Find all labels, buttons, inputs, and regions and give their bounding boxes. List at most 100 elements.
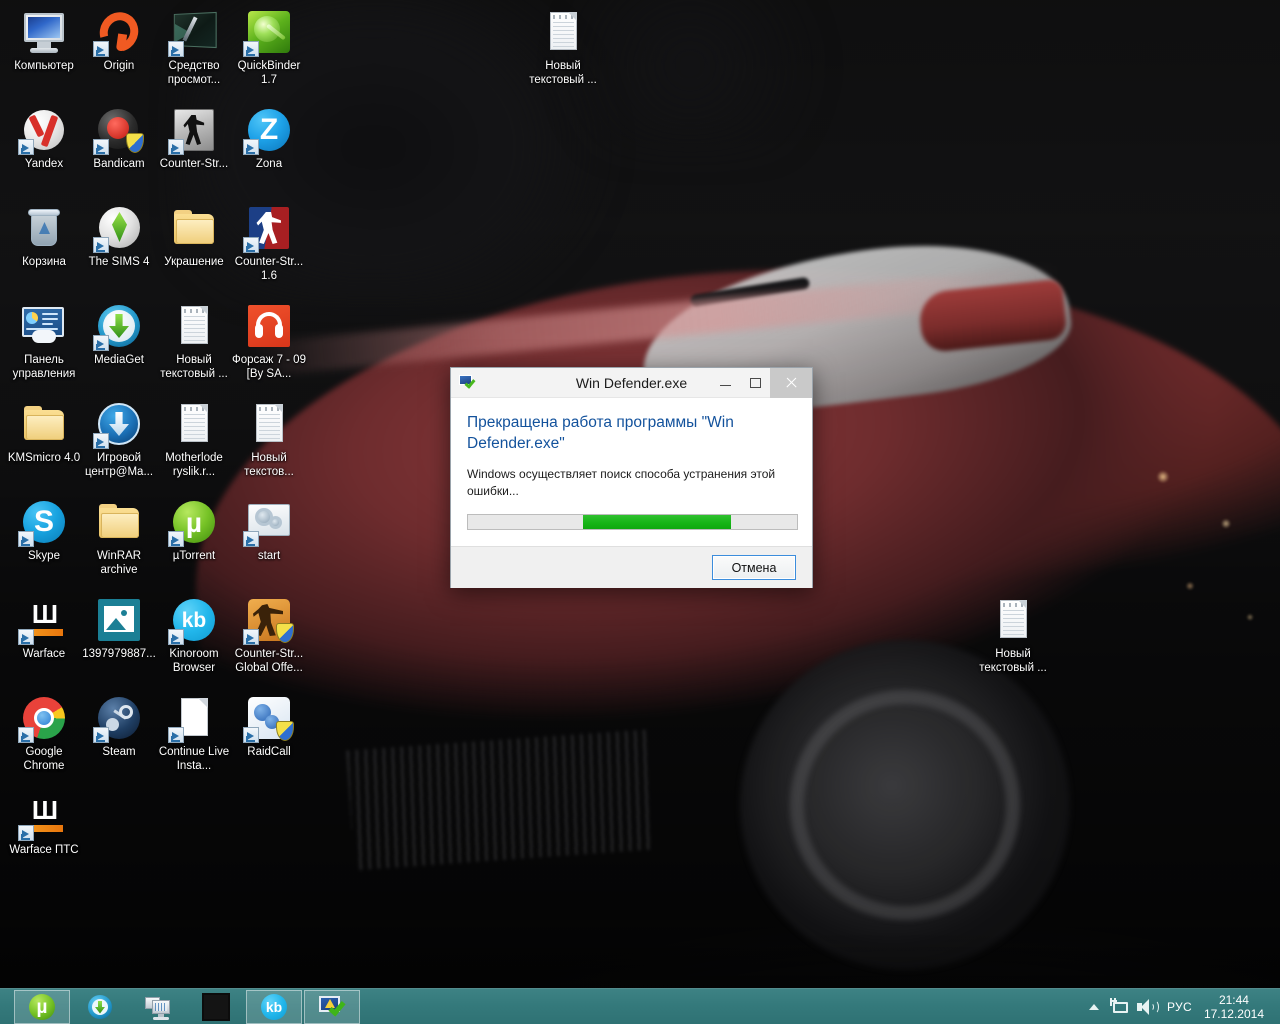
desktop-icon[interactable]: Украшение (156, 204, 232, 270)
win-defender-error-dialog[interactable]: Win Defender.exe Прекращена работа прогр… (450, 367, 813, 588)
desktop-icon[interactable]: Новый текстов... (231, 400, 307, 479)
desktop-icon[interactable]: Motherlode ryslik.r... (156, 400, 232, 479)
minimize-button[interactable] (710, 368, 740, 398)
shortcut-arrow-icon (243, 139, 259, 155)
desktop-icon[interactable]: S Skype (6, 498, 82, 564)
system-tray[interactable]: РУС 21:44 17.12.2014 (1081, 989, 1280, 1024)
cancel-button[interactable]: Отмена (712, 555, 796, 580)
maximize-button[interactable] (740, 368, 770, 398)
yandex-icon (18, 106, 68, 155)
show-hidden-icons-button[interactable] (1081, 992, 1107, 1022)
desktop-icon-label: Форсаж 7 - 09 [By SA... (232, 354, 306, 380)
document-icon (168, 694, 218, 743)
warface-pts-icon: Ш (18, 792, 68, 841)
desktop-icon[interactable]: Z Zona (231, 106, 307, 172)
desktop[interactable]: Компьютер Origin Средство просмот... QuickB… (0, 0, 1280, 1024)
desktop-icon-label: start (257, 550, 281, 562)
desktop-icon[interactable]: Continue Live Insta... (156, 694, 232, 773)
clock[interactable]: 21:44 17.12.2014 (1202, 993, 1272, 1021)
desktop-icon[interactable]: Steam (81, 694, 157, 760)
shortcut-arrow-icon (93, 237, 109, 253)
taskbar-item-kinoroom[interactable]: kb (246, 989, 302, 1024)
taskbar[interactable]: µ kb РУС 21:44 17.12.2014 (0, 988, 1280, 1024)
desktop-icon-label: Украшение (164, 256, 224, 268)
desktop-icon[interactable]: Ш Warface ПТС (6, 792, 82, 858)
volume-button[interactable] (1133, 992, 1159, 1022)
desktop-icon-label: The SIMS 4 (88, 256, 150, 268)
desktop-icon[interactable]: Counter-Str... (156, 106, 232, 172)
close-icon (785, 376, 798, 389)
desktop-icon-label: RaidCall (247, 746, 291, 758)
chevron-up-icon (1089, 1003, 1099, 1010)
desktop-icon[interactable]: Bandicam (81, 106, 157, 172)
desktop-icon[interactable]: Новый текстовый ... (156, 302, 232, 381)
desktop-icon[interactable]: Counter-Str... Global Offe... (231, 596, 307, 675)
desktop-icon-label: Панель управления (12, 354, 76, 380)
bandicam-icon (93, 106, 144, 155)
desktop-icon[interactable]: Origin (81, 5, 157, 74)
desktop-icon[interactable]: WinRAR archive (81, 498, 157, 577)
desktop-icon[interactable]: Counter-Str... 1.6 (231, 204, 307, 283)
desktop-icon[interactable]: µ µTorrent (156, 498, 232, 564)
desktop-icon[interactable]: Средство просмот... (156, 8, 232, 87)
desktop-icon[interactable]: start (231, 498, 307, 564)
desktop-icon[interactable]: Новый текстовый ... (975, 596, 1051, 675)
warface-icon: Ш (18, 596, 68, 645)
taskbar-item-mediaget[interactable] (72, 990, 128, 1024)
desktop-icon-label: WinRAR archive (96, 550, 142, 576)
desktop-icon[interactable]: kb Kinoroom Browser (156, 596, 232, 675)
clock-date: 17.12.2014 (1203, 1006, 1264, 1021)
desktop-icon[interactable]: QuickBinder 1.7 (231, 8, 307, 87)
counter-strike-16-icon (243, 204, 293, 253)
shortcut-arrow-icon (168, 41, 184, 57)
language-indicator[interactable]: РУС (1159, 1000, 1202, 1014)
progress-bar-fill (583, 515, 732, 529)
desktop-icon[interactable]: Корзина (6, 204, 82, 270)
desktop-icon[interactable]: RaidCall (231, 694, 307, 760)
desktop-icon[interactable]: Ш Warface (6, 596, 82, 662)
desktop-icon-label: Новый текстов... (244, 452, 294, 478)
taskbar-item-win-defender[interactable] (304, 989, 360, 1024)
raidcall-icon (243, 694, 294, 743)
counter-strike-icon (168, 106, 218, 155)
desktop-icon-label: Warface ПТС (9, 844, 79, 856)
dialog-heading: Прекращена работа программы "Win Defende… (467, 414, 734, 452)
folder-icon (95, 498, 143, 546)
shortcut-arrow-icon (168, 727, 184, 743)
taskbar-item-system-monitor[interactable] (130, 990, 186, 1024)
desktop-icon[interactable]: Форсаж 7 - 09 [By SA... (231, 302, 307, 381)
shortcut-arrow-icon (93, 727, 109, 743)
desktop-icon-label: Новый текстовый ... (979, 648, 1047, 674)
system-monitor-icon (144, 993, 172, 1021)
desktop-icon[interactable]: MediaGet (81, 302, 157, 368)
desktop-icon[interactable]: Новый текстовый ... (525, 8, 601, 87)
shortcut-arrow-icon (168, 531, 184, 547)
desktop-icon[interactable]: KMSmicro 4.0 (6, 400, 82, 466)
zona-icon: Z (243, 106, 293, 155)
desktop-icon-label: Motherlode ryslik.r... (165, 452, 223, 478)
desktop-icon[interactable]: 1397979887... (81, 596, 157, 662)
desktop-icon[interactable]: Игровой центр@Ma... (81, 400, 157, 479)
desktop-icon-label: µTorrent (172, 550, 216, 562)
desktop-icon[interactable]: Компьютер (6, 8, 82, 74)
desktop-icon-label: Steam (102, 746, 136, 758)
desktop-icon[interactable]: Панель управления (6, 302, 82, 381)
taskbar-item-avatar[interactable] (188, 990, 244, 1024)
dialog-body: Прекращена работа программы "Win Defende… (451, 398, 812, 546)
utorrent-icon: µ (168, 498, 218, 547)
desktop-icon[interactable]: The SIMS 4 (81, 204, 157, 270)
computer-icon (20, 8, 68, 56)
taskbar-items[interactable]: µ kb (0, 989, 362, 1024)
desktop-icon-label: Bandicam (93, 158, 145, 170)
close-button[interactable] (770, 367, 812, 398)
text-file-icon (170, 400, 218, 448)
desktop-icon[interactable]: Yandex (6, 106, 82, 172)
desktop-icon-label: Kinoroom Browser (169, 648, 219, 674)
desktop-icon[interactable]: Google Chrome (6, 694, 82, 773)
desktop-icon-label: Origin (103, 60, 135, 72)
desktop-icon-label: Корзина (22, 256, 66, 268)
dialog-title-bar[interactable]: Win Defender.exe (451, 367, 812, 398)
avatar-icon (202, 992, 230, 1021)
taskbar-item-utorrent[interactable]: µ (14, 989, 70, 1024)
network-button[interactable] (1107, 992, 1133, 1022)
